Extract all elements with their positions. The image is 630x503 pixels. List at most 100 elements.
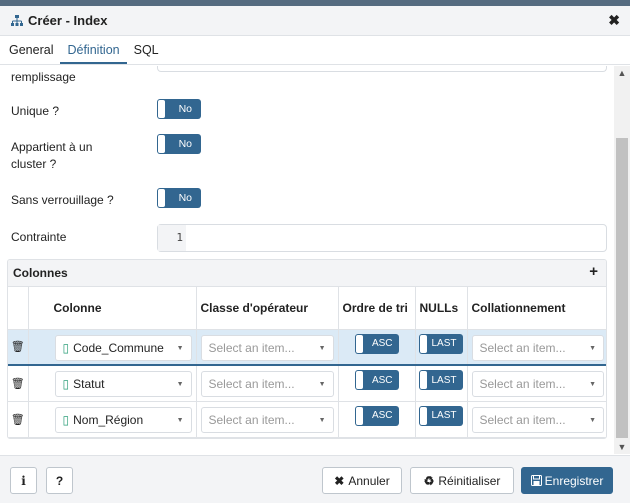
classe-select[interactable]: Select an item... ▼ — [200, 371, 334, 397]
toggle-knob — [419, 406, 427, 425]
toggle-knob — [419, 334, 427, 353]
classe-select[interactable]: Select an item... ▼ — [200, 406, 334, 433]
collation-placeholder: Select an item... — [479, 340, 566, 355]
ordre-value: ASC — [371, 338, 393, 349]
header-cell — [8, 287, 29, 330]
cluster-label-line: Appartient à un — [11, 140, 93, 154]
toggle-value: No — [178, 103, 192, 115]
toggle-value: No — [178, 192, 192, 204]
collation-select[interactable]: Select an item... ▼ — [471, 371, 604, 397]
table-row[interactable]: 🗑 ▯ Nom_Région ▼ Select an item... ▼ ASC LA… — [8, 401, 606, 438]
collation-select[interactable]: Select an item... ▼ — [471, 334, 604, 361]
toggle-knob — [419, 371, 427, 389]
close-icon[interactable]: ✖ — [608, 12, 620, 29]
help-icon: ? — [55, 473, 64, 488]
save-icon — [530, 475, 542, 486]
column-icon: ▯ — [62, 412, 70, 427]
table-row[interactable]: 🗑 ▯ Statut ▼ Select an item... ▼ ASC LAST S… — [8, 365, 606, 402]
classe-placeholder: Select an item... — [208, 340, 295, 355]
index-icon — [11, 14, 23, 26]
chevron-down-icon: ▼ — [318, 416, 326, 424]
ordre-toggle[interactable]: ASC — [354, 405, 399, 426]
table-row[interactable]: 🗑 ▯ Code_Commune ▼ Select an item... ▼ ASC … — [8, 329, 606, 366]
trash-icon[interactable]: 🗑 — [8, 377, 28, 390]
colonne-value: Statut — [73, 377, 105, 391]
reinitialiser-label: Réinitialiser — [438, 473, 501, 488]
chevron-down-icon: ▼ — [589, 344, 596, 352]
ordre-toggle[interactable]: ASC — [354, 333, 399, 354]
enregistrer-label: Enregistrer — [544, 473, 604, 488]
sans-verrouillage-label: Sans verrouillage ? — [11, 193, 114, 207]
annuler-label: Annuler — [348, 473, 390, 488]
remplissage-label: remplissage — [11, 70, 76, 84]
table-header-row: Colonne Classe d'opérateur Ordre de tri … — [8, 287, 606, 330]
remplissage-input[interactable] — [157, 66, 607, 72]
scroll-down-icon[interactable]: ▼ — [614, 442, 630, 452]
chevron-down-icon: ▼ — [589, 381, 596, 388]
tab-definition[interactable]: Définition — [60, 43, 127, 64]
nulls-toggle[interactable]: LAST — [418, 333, 463, 354]
nulls-value: LAST — [431, 338, 457, 349]
classe-select[interactable]: Select an item... ▼ — [200, 334, 334, 361]
dialog-footer: i ? ✖ Annuler ♻ Réinitialiser Enregistre… — [0, 455, 630, 503]
header-ordre: Ordre de tri — [338, 287, 416, 330]
vertical-scrollbar[interactable]: ▲ ▼ — [614, 66, 630, 454]
form-content: remplissage Unique ? No Appartient à un … — [0, 66, 614, 454]
toggle-knob — [355, 334, 363, 353]
ordre-value: ASC — [371, 410, 393, 421]
column-icon: ▯ — [62, 377, 70, 391]
chevron-down-icon: ▼ — [176, 344, 184, 352]
chevron-down-icon: ▼ — [318, 381, 326, 388]
sans-verrouillage-toggle[interactable]: No — [157, 188, 201, 208]
chevron-down-icon: ▼ — [176, 416, 184, 424]
ordre-value: ASC — [371, 374, 393, 386]
tab-general[interactable]: General — [2, 43, 60, 64]
annuler-button[interactable]: ✖ Annuler — [322, 467, 402, 494]
header-classe: Classe d'opérateur — [196, 287, 339, 330]
chevron-down-icon: ▼ — [589, 416, 596, 424]
classe-placeholder: Select an item... — [208, 412, 295, 427]
toggle-value: No — [178, 138, 192, 150]
scroll-up-icon[interactable]: ▲ — [614, 68, 630, 78]
colonne-select[interactable]: ▯ Nom_Région ▼ — [54, 406, 192, 433]
colonne-select[interactable]: ▯ Statut ▼ — [54, 371, 192, 397]
unique-label: Unique ? — [11, 104, 60, 118]
toggle-knob — [158, 100, 165, 118]
info-icon: i — [21, 473, 26, 488]
add-column-icon[interactable]: + — [589, 263, 598, 280]
header-collation: Collationnement — [467, 287, 606, 330]
nulls-toggle[interactable]: LAST — [418, 405, 463, 426]
trash-icon[interactable]: 🗑 — [8, 340, 28, 353]
chevron-down-icon: ▼ — [176, 381, 184, 388]
cluster-toggle[interactable]: No — [157, 134, 201, 154]
close-icon: ✖ — [334, 473, 345, 488]
tab-sql[interactable]: SQL — [127, 43, 166, 64]
dialog-titlebar: Créer - Index ✖ — [0, 6, 630, 36]
collation-select[interactable]: Select an item... ▼ — [471, 406, 604, 433]
colonne-select[interactable]: ▯ Code_Commune ▼ — [54, 334, 192, 361]
line-number: 1 — [158, 225, 186, 251]
help-button[interactable]: ? — [46, 467, 73, 494]
scroll-thumb[interactable] — [616, 138, 628, 438]
cluster-label: Appartient à un cluster ? — [11, 139, 92, 173]
ordre-toggle[interactable]: ASC — [354, 370, 399, 390]
unique-toggle[interactable]: No — [157, 99, 201, 119]
columns-table: Colonne Classe d'opérateur Ordre de tri … — [8, 287, 606, 438]
nulls-toggle[interactable]: LAST — [418, 370, 463, 390]
collation-placeholder: Select an item... — [479, 412, 566, 427]
contrainte-editor[interactable]: 1 — [157, 224, 607, 252]
dialog-title: Créer - Index — [28, 13, 108, 28]
reinitialiser-button[interactable]: ♻ Réinitialiser — [410, 467, 514, 494]
tab-bar: General Définition SQL — [0, 37, 630, 65]
enregistrer-button[interactable]: Enregistrer — [521, 467, 613, 494]
contrainte-label: Contrainte — [11, 230, 67, 244]
trash-icon[interactable]: 🗑 — [8, 413, 28, 426]
code-area[interactable] — [186, 225, 606, 251]
toggle-knob — [355, 406, 363, 425]
recycle-icon: ♻ — [423, 473, 435, 488]
header-colonne: Colonne — [28, 287, 197, 330]
cluster-label-line: cluster ? — [11, 157, 57, 171]
colonnes-title: Colonnes — [13, 266, 68, 280]
info-button[interactable]: i — [10, 467, 37, 494]
nulls-value: LAST — [431, 410, 457, 421]
